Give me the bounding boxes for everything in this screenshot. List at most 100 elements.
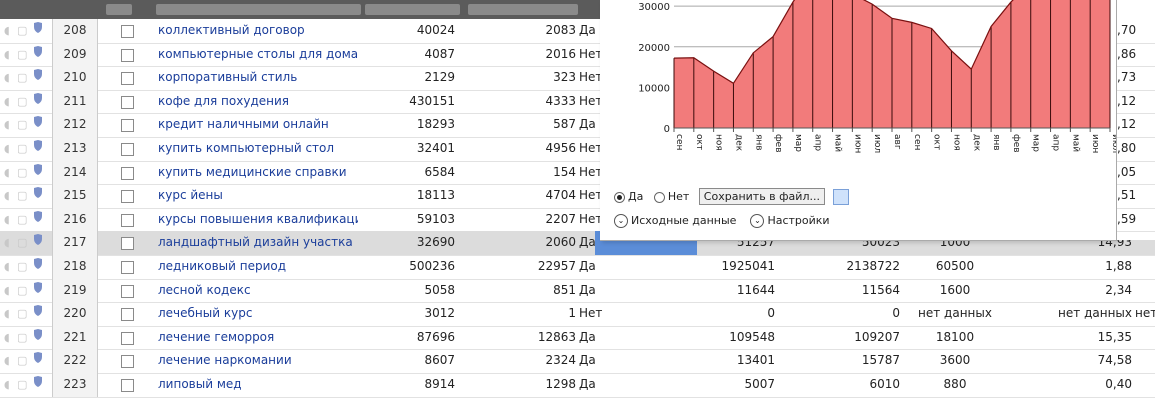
shield-icon[interactable] xyxy=(33,90,45,114)
keyword-link[interactable]: лечение наркомании xyxy=(158,349,358,373)
keyword-link[interactable]: ландшафтный дизайн участка xyxy=(158,231,358,255)
image-icon[interactable] xyxy=(833,189,850,205)
table-row[interactable]: ◖ ▢ 221 лечение геморроя 87696 12863 Да 109548 1… xyxy=(0,325,1155,351)
row-checkbox[interactable] xyxy=(121,279,135,303)
shield-icon[interactable] xyxy=(33,326,45,350)
row-checkbox[interactable] xyxy=(121,161,135,185)
keyword-link[interactable]: курсы повышения квалификации xyxy=(158,208,358,232)
header-col-1[interactable] xyxy=(365,4,460,15)
lock-icon[interactable]: ▢ xyxy=(17,113,27,137)
lock-icon[interactable]: ▢ xyxy=(17,349,27,373)
row-checkbox[interactable] xyxy=(121,255,135,279)
shield-icon[interactable] xyxy=(33,373,45,397)
table-row[interactable]: ◖ ▢ 219 лесной кодекс 5058 851 Да 11644 11564 160… xyxy=(0,278,1155,304)
row-checkbox[interactable] xyxy=(121,66,135,90)
settings-link[interactable]: Настройки xyxy=(767,214,829,227)
row-checkbox[interactable] xyxy=(121,184,135,208)
keyword-link[interactable]: компьютерные столы для дома xyxy=(158,43,358,67)
lock-icon[interactable]: ◖ xyxy=(4,184,14,208)
shield-icon[interactable] xyxy=(33,302,45,326)
row-checkbox[interactable] xyxy=(121,349,135,373)
lock-icon[interactable]: ▢ xyxy=(17,208,27,232)
lock-icon[interactable]: ◖ xyxy=(4,19,14,43)
lock-icon[interactable]: ◖ xyxy=(4,43,14,67)
keyword-link[interactable]: корпоративный стиль xyxy=(158,66,358,90)
lock-icon[interactable]: ◖ xyxy=(4,90,14,114)
lock-icon[interactable]: ▢ xyxy=(17,373,27,397)
shield-icon[interactable] xyxy=(33,349,45,373)
lock-icon[interactable]: ▢ xyxy=(17,279,27,303)
row-checkbox[interactable] xyxy=(121,43,135,67)
keyword-link[interactable]: липовый мед xyxy=(158,373,358,397)
shield-icon[interactable] xyxy=(33,255,45,279)
source-data-link[interactable]: Исходные данные xyxy=(631,214,736,227)
lock-icon[interactable]: ▢ xyxy=(17,66,27,90)
row-checkbox[interactable] xyxy=(121,373,135,397)
value-col-3: 1925041 xyxy=(721,259,775,273)
shield-icon[interactable] xyxy=(33,66,45,90)
chevron-down-icon[interactable]: ⌄ xyxy=(750,214,765,228)
row-checkbox[interactable] xyxy=(121,137,135,161)
keyword-link[interactable]: лечение геморроя xyxy=(158,326,358,350)
lock-icon[interactable]: ▢ xyxy=(17,90,27,114)
radio-no[interactable] xyxy=(653,191,665,203)
shield-icon[interactable] xyxy=(33,231,45,255)
lock-icon[interactable]: ◖ xyxy=(4,302,14,326)
lock-icon[interactable]: ◖ xyxy=(4,208,14,232)
row-checkbox[interactable] xyxy=(121,231,135,255)
lock-icon[interactable]: ◖ xyxy=(4,279,14,303)
shield-icon[interactable] xyxy=(33,113,45,137)
lock-icon[interactable]: ▢ xyxy=(17,137,27,161)
table-row[interactable]: ◖ ▢ 218 ледниковый период 500236 22957 Да 19250… xyxy=(0,255,1155,280)
lock-icon[interactable]: ▢ xyxy=(17,19,27,43)
shield-icon[interactable] xyxy=(33,137,45,161)
lock-icon[interactable]: ▢ xyxy=(17,161,27,185)
row-checkbox[interactable] xyxy=(121,90,135,114)
lock-icon[interactable]: ◖ xyxy=(4,255,14,279)
table-row[interactable]: ◖ ▢ 220 лечебный курс 3012 1 Нет 0 0 нет данных не… xyxy=(0,302,1155,327)
lock-icon[interactable]: ◖ xyxy=(4,349,14,373)
header-keyword-col[interactable] xyxy=(156,4,361,15)
lock-icon[interactable]: ◖ xyxy=(4,373,14,397)
lock-icon[interactable]: ▢ xyxy=(17,255,27,279)
row-checkbox[interactable] xyxy=(121,302,135,326)
keyword-link[interactable]: курс йены xyxy=(158,184,358,208)
lock-icon[interactable]: ▢ xyxy=(17,231,27,255)
shield-icon[interactable] xyxy=(33,161,45,185)
shield-icon[interactable] xyxy=(33,43,45,67)
radio-yes[interactable] xyxy=(614,191,625,203)
header-col-2[interactable] xyxy=(468,4,578,15)
row-checkbox[interactable] xyxy=(121,19,135,43)
lock-icon[interactable]: ◖ xyxy=(4,113,14,137)
row-checkbox[interactable] xyxy=(121,208,135,232)
keyword-link[interactable]: кофе для похудения xyxy=(158,90,358,114)
lock-icon[interactable]: ◖ xyxy=(4,231,14,255)
shield-icon[interactable] xyxy=(33,19,45,43)
table-row[interactable]: ◖ ▢ 222 лечение наркомании 8607 2324 Да 13401 15… xyxy=(0,349,1155,374)
keyword-link[interactable]: лечебный курс xyxy=(158,302,358,326)
keyword-link[interactable]: купить медицинские справки xyxy=(158,161,358,185)
lock-icon[interactable]: ▢ xyxy=(17,43,27,67)
keyword-link[interactable]: кредит наличными онлайн xyxy=(158,113,358,137)
save-to-file-button[interactable]: Сохранить в файл... xyxy=(698,188,825,205)
lock-icon[interactable]: ▢ xyxy=(17,302,27,326)
shield-icon[interactable] xyxy=(33,208,45,232)
shield-icon[interactable] xyxy=(33,184,45,208)
keyword-link[interactable]: коллективный договор xyxy=(158,19,358,43)
lock-icon[interactable]: ▢ xyxy=(17,184,27,208)
chevron-down-icon[interactable]: ⌄ xyxy=(614,214,628,228)
shield-icon[interactable] xyxy=(33,279,45,303)
keyword-link[interactable]: купить компьютерный стол xyxy=(158,137,358,161)
lock-icon[interactable]: ◖ xyxy=(4,137,14,161)
lock-icon[interactable]: ◖ xyxy=(4,326,14,350)
row-checkbox[interactable] xyxy=(121,326,135,350)
lock-icon[interactable]: ▢ xyxy=(17,326,27,350)
value-col-2: 4333 xyxy=(545,93,576,108)
keyword-link[interactable]: ледниковый период xyxy=(158,255,358,279)
row-checkbox[interactable] xyxy=(121,113,135,137)
lock-icon[interactable]: ◖ xyxy=(4,161,14,185)
table-row[interactable]: ◖ ▢ 223 липовый мед 8914 1298 Да 5007 6010 880 0,4… xyxy=(0,373,1155,398)
lock-icon[interactable]: ◖ xyxy=(4,66,14,90)
keyword-link[interactable]: лесной кодекс xyxy=(158,279,358,303)
header-checkbox-col[interactable] xyxy=(106,4,132,15)
